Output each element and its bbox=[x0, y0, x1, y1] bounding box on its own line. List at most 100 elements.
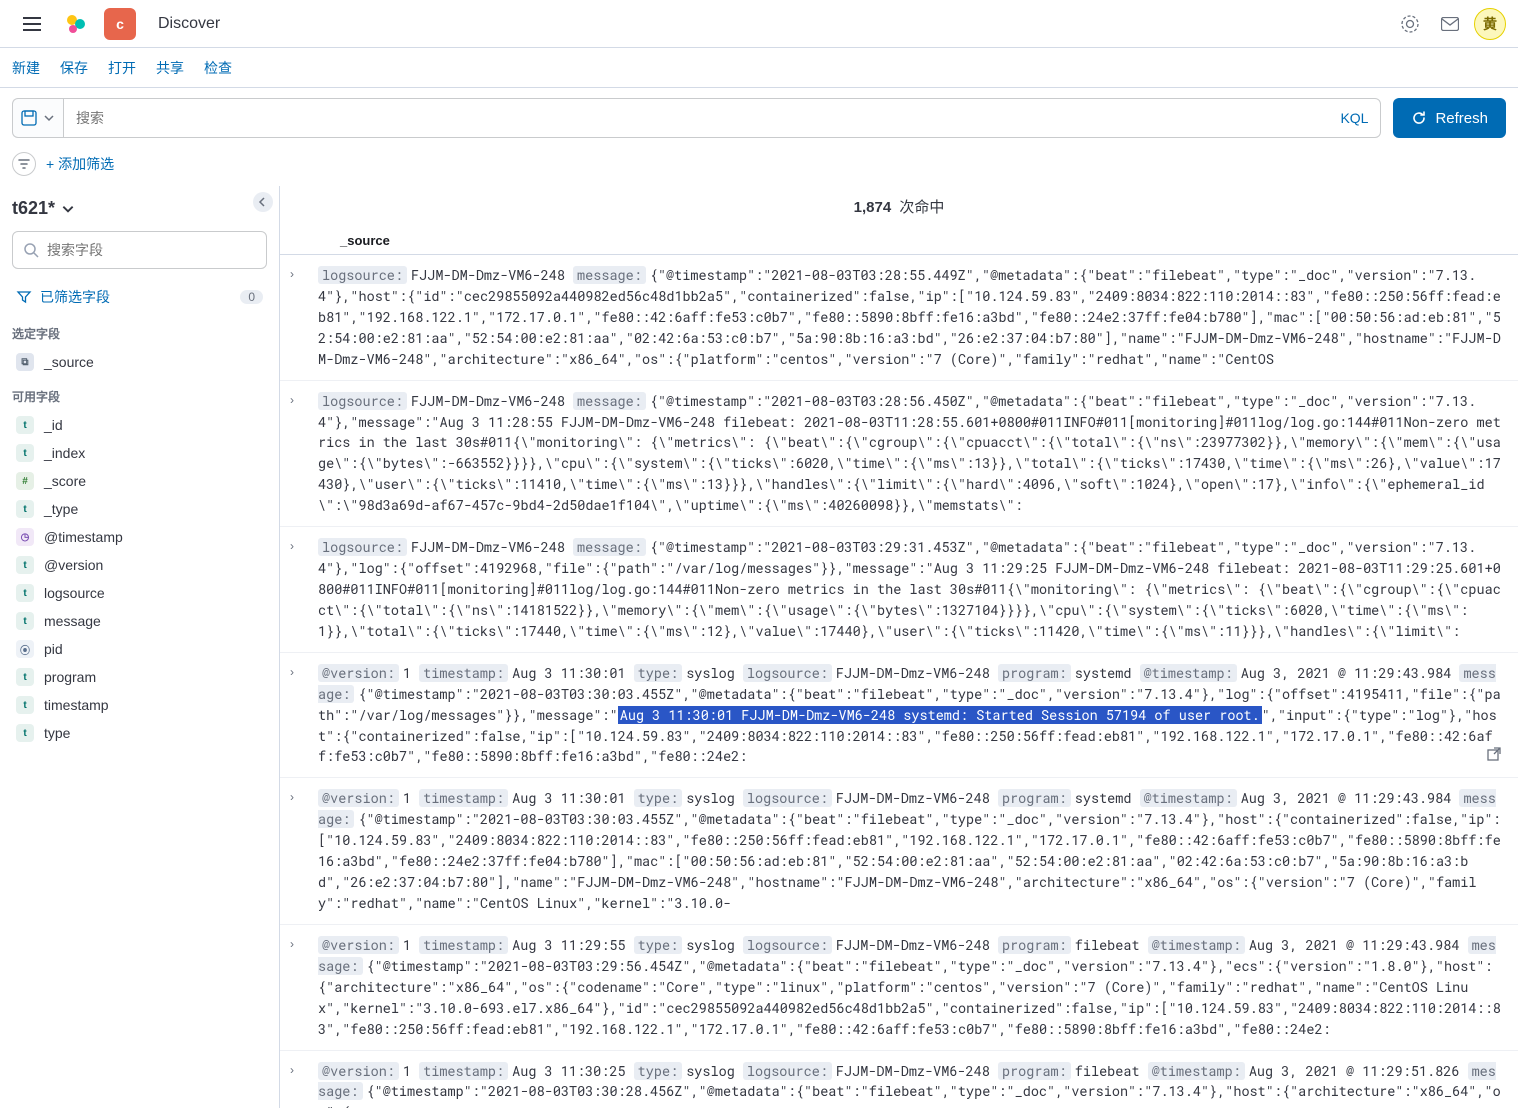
query-input[interactable] bbox=[76, 110, 1332, 126]
expand-row-button[interactable]: › bbox=[290, 788, 308, 914]
field-type-icon: # bbox=[16, 472, 34, 490]
collapse-sidebar-button[interactable] bbox=[253, 192, 273, 212]
field-key-badge: @timestamp: bbox=[1140, 789, 1237, 807]
open-button[interactable]: 打开 bbox=[108, 58, 136, 78]
field-key-badge: logsource: bbox=[318, 266, 407, 284]
table-row: ›@version:1 timestamp:Aug 3 11:30:25 typ… bbox=[280, 1051, 1518, 1108]
chevron-down-icon bbox=[43, 112, 55, 124]
field-key-badge: message: bbox=[573, 392, 646, 410]
field-name-label: timestamp bbox=[44, 697, 109, 713]
field-item-pid[interactable]: ⦿pid bbox=[12, 635, 267, 663]
table-row: ›logsource:FJJM-DM-Dmz-VM6-248 message:{… bbox=[280, 381, 1518, 528]
space-selector[interactable]: c bbox=[104, 8, 136, 40]
disk-icon bbox=[21, 110, 37, 126]
field-key-badge: logsource: bbox=[743, 1062, 832, 1080]
field-key-badge: type: bbox=[634, 936, 683, 954]
highlighted-text: Aug 3 11:30:01 FJJM-DM-Dmz-VM6-248 syste… bbox=[618, 706, 1262, 724]
new-button[interactable]: 新建 bbox=[12, 58, 40, 78]
main-content: t621* 已筛选字段 0 选定字段 ⧉ _source 可用字段 t _id t_i… bbox=[0, 186, 1518, 1108]
field-key-badge: program: bbox=[998, 789, 1071, 807]
filtered-fields-count: 0 bbox=[240, 290, 263, 304]
field-item-index[interactable]: t_index bbox=[12, 439, 267, 467]
field-item-timestamp[interactable]: ◷@timestamp bbox=[12, 523, 267, 551]
mail-icon bbox=[1441, 17, 1459, 31]
share-button[interactable]: 共享 bbox=[156, 58, 184, 78]
field-key-badge: logsource: bbox=[318, 538, 407, 556]
hits-count: 1,874 bbox=[854, 199, 892, 216]
field-key-badge: @timestamp: bbox=[1148, 1062, 1245, 1080]
refresh-button[interactable]: Refresh bbox=[1393, 98, 1506, 138]
elastic-logo-icon[interactable] bbox=[60, 8, 92, 40]
field-name-label: _source bbox=[44, 354, 94, 370]
filtered-fields-toggle[interactable]: 已筛选字段 0 bbox=[12, 281, 267, 313]
field-item-source[interactable]: ⧉ _source bbox=[12, 348, 267, 376]
field-name-label: pid bbox=[44, 641, 63, 657]
results-panel: 1,874 次命中 _source ›logsource:FJJM-DM-Dmz… bbox=[280, 186, 1518, 1108]
field-type-icon: t bbox=[16, 556, 34, 574]
field-key-badge: logsource: bbox=[743, 664, 832, 682]
breadcrumb: Discover bbox=[158, 15, 220, 33]
field-item-id[interactable]: t _id bbox=[12, 411, 267, 439]
field-name-label: @timestamp bbox=[44, 529, 123, 545]
field-item-type[interactable]: t_type bbox=[12, 495, 267, 523]
field-item-logsource[interactable]: tlogsource bbox=[12, 579, 267, 607]
expand-row-button[interactable]: › bbox=[290, 391, 308, 517]
doc-source-cell: @version:1 timestamp:Aug 3 11:29:55 type… bbox=[318, 935, 1502, 1040]
expand-row-button[interactable]: › bbox=[290, 265, 308, 370]
popout-icon bbox=[1486, 746, 1502, 762]
field-name-label: _id bbox=[44, 417, 63, 433]
chevron-left-icon bbox=[258, 197, 268, 207]
inspect-button[interactable]: 检查 bbox=[204, 58, 232, 78]
available-fields-heading: 可用字段 bbox=[12, 388, 267, 405]
field-item-type[interactable]: ttype bbox=[12, 719, 267, 747]
field-search-input[interactable] bbox=[47, 242, 256, 258]
saved-query-picker[interactable] bbox=[12, 98, 63, 138]
save-button[interactable]: 保存 bbox=[60, 58, 88, 78]
filter-options-button[interactable] bbox=[12, 152, 36, 176]
field-key-badge: type: bbox=[634, 664, 683, 682]
newsfeed-button[interactable] bbox=[1390, 4, 1430, 44]
expand-row-button[interactable]: › bbox=[290, 935, 308, 1040]
field-key-badge: type: bbox=[634, 789, 683, 807]
field-search-wrapper bbox=[12, 231, 267, 269]
field-key-badge: program: bbox=[998, 1062, 1071, 1080]
language-switcher[interactable]: KQL bbox=[1340, 110, 1368, 126]
table-row: ›@version:1 timestamp:Aug 3 11:29:55 typ… bbox=[280, 925, 1518, 1051]
expand-row-button[interactable]: › bbox=[290, 537, 308, 642]
chevron-down-icon bbox=[61, 202, 75, 216]
filter-icon bbox=[18, 158, 30, 170]
field-key-badge: logsource: bbox=[743, 936, 832, 954]
field-type-icon: t bbox=[16, 444, 34, 462]
field-key-badge: @version: bbox=[318, 789, 399, 807]
field-name-label: _type bbox=[44, 501, 78, 517]
expand-row-button[interactable]: › bbox=[290, 1061, 308, 1108]
field-type-icon: t bbox=[16, 416, 34, 434]
user-menu-button[interactable]: 黄 bbox=[1470, 4, 1510, 44]
menu-toggle-button[interactable] bbox=[8, 0, 56, 48]
field-key-badge: timestamp: bbox=[419, 1062, 508, 1080]
search-icon bbox=[23, 242, 39, 258]
selected-fields-heading: 选定字段 bbox=[12, 325, 267, 342]
field-type-icon: ⧉ bbox=[16, 353, 34, 371]
doc-source-cell: @version:1 timestamp:Aug 3 11:30:25 type… bbox=[318, 1061, 1502, 1108]
field-item-score[interactable]: #_score bbox=[12, 467, 267, 495]
field-key-badge: timestamp: bbox=[419, 936, 508, 954]
filtered-fields-label: 已筛选字段 bbox=[40, 287, 110, 307]
column-header-source[interactable]: _source bbox=[280, 227, 1518, 255]
field-item-version[interactable]: t@version bbox=[12, 551, 267, 579]
field-item-program[interactable]: tprogram bbox=[12, 663, 267, 691]
field-item-timestamp[interactable]: ttimestamp bbox=[12, 691, 267, 719]
add-filter-button[interactable]: + 添加筛选 bbox=[46, 154, 114, 174]
field-key-badge: @timestamp: bbox=[1148, 936, 1245, 954]
index-pattern-selector[interactable]: t621* bbox=[12, 198, 267, 219]
field-item-message[interactable]: tmessage bbox=[12, 607, 267, 635]
doc-source-cell: @version:1 timestamp:Aug 3 11:30:01 type… bbox=[318, 663, 1502, 768]
hamburger-icon bbox=[23, 17, 41, 31]
mail-button[interactable] bbox=[1430, 4, 1470, 44]
expand-row-button[interactable]: › bbox=[290, 663, 308, 768]
refresh-label: Refresh bbox=[1435, 110, 1488, 127]
field-key-badge: program: bbox=[998, 936, 1071, 954]
index-pattern-label: t621* bbox=[12, 198, 55, 219]
field-type-icon: t bbox=[16, 724, 34, 742]
single-doc-action-button[interactable] bbox=[1486, 746, 1502, 762]
